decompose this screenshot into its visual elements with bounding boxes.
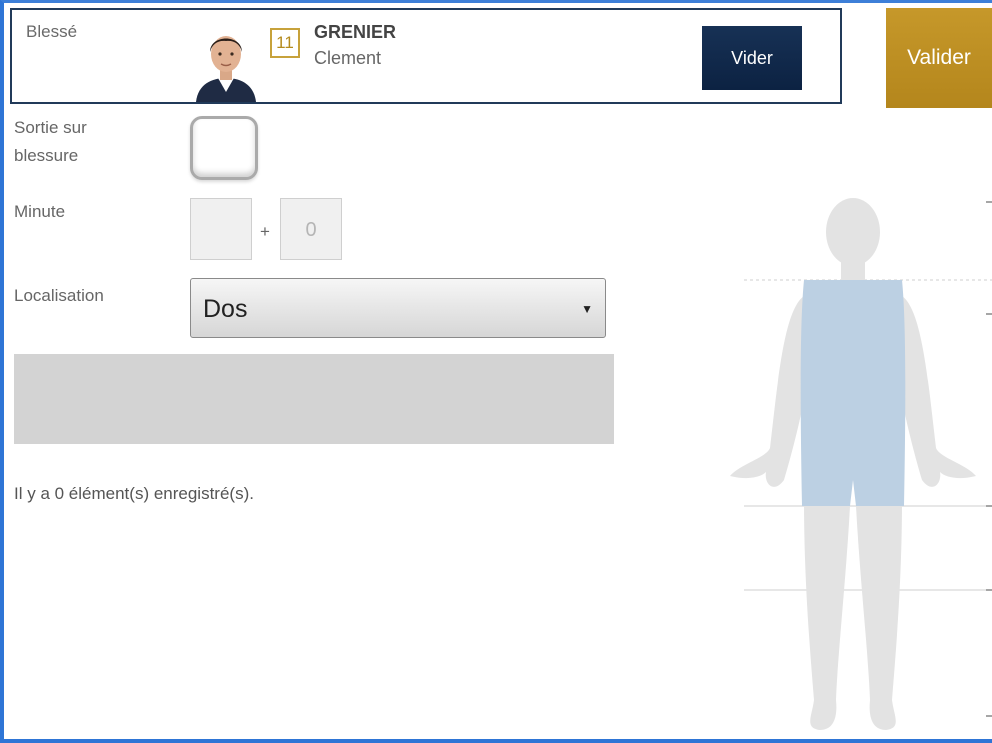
- player-last-name: GRENIER: [314, 22, 397, 42]
- injured-player-panel: Blessé 11 GRENIER Clement Vider: [10, 8, 842, 104]
- body-map[interactable]: [700, 180, 992, 742]
- record-list-area: [14, 354, 614, 444]
- added-time-input[interactable]: 0: [280, 198, 342, 260]
- clear-button[interactable]: Vider: [702, 26, 802, 90]
- injury-exit-label: Sortie sur blessure: [14, 118, 87, 165]
- injury-exit-checkbox[interactable]: [190, 116, 258, 180]
- location-label: Localisation: [14, 286, 104, 305]
- chevron-down-icon: ▼: [581, 302, 593, 316]
- location-selected-value: Dos: [203, 295, 248, 323]
- validate-button[interactable]: Valider: [886, 8, 992, 108]
- minute-label: Minute: [14, 202, 66, 221]
- jersey-number-badge: 11: [270, 28, 300, 58]
- records-summary: Il y a 0 élément(s) enregistré(s).: [14, 484, 254, 503]
- player-first-name: Clement: [314, 48, 382, 68]
- minute-input[interactable]: [190, 198, 252, 260]
- location-select[interactable]: Dos ▼: [190, 278, 606, 338]
- player-avatar: [190, 22, 262, 102]
- torso-highlight-zone: [800, 280, 906, 506]
- injured-label: Blessé: [26, 22, 78, 41]
- plus-sign: +: [260, 222, 270, 241]
